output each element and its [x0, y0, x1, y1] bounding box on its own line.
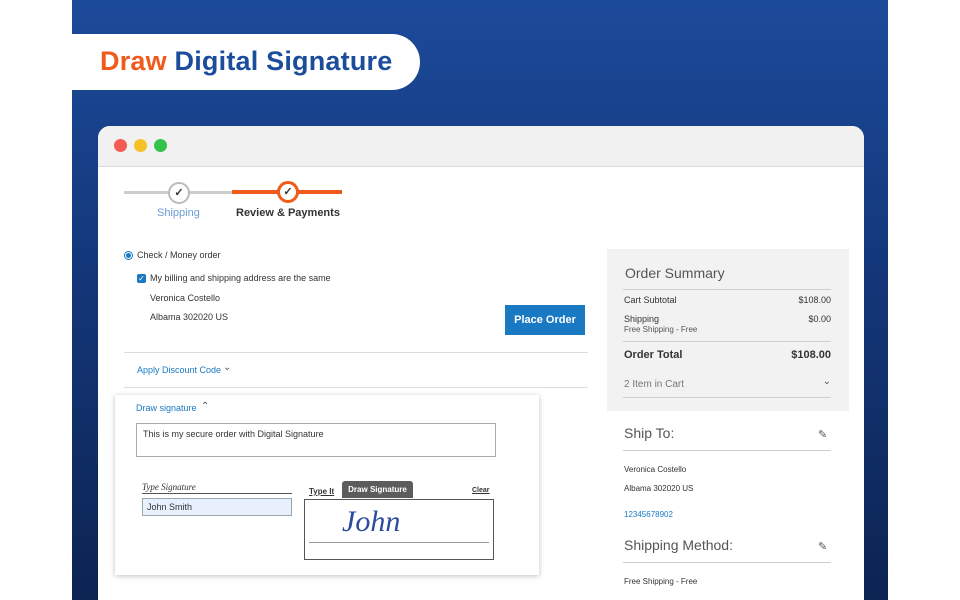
step-review-label: Review & Payments: [236, 207, 340, 219]
pencil-icon[interactable]: ✎: [818, 428, 827, 441]
banner-title-accent: Draw: [100, 46, 167, 76]
ship-to-name: Veronica Costello: [624, 465, 687, 474]
browser-window: ✓ ✓ Shipping Review & Payments Check / M…: [98, 126, 864, 600]
shipping-method-sub: Free Shipping - Free: [624, 325, 698, 334]
billing-address: Albama 302020 US: [150, 312, 229, 322]
ship-to-address: Albama 302020 US: [624, 484, 694, 493]
promo-background: Draw Digital Signature ✓ ✓ Shipping Revi…: [72, 0, 888, 600]
typed-signature-input[interactable]: John Smith: [142, 498, 292, 516]
order-comment-textarea[interactable]: This is my secure order with Digital Sig…: [136, 423, 496, 457]
divider: [623, 562, 831, 563]
draw-signature-toggle[interactable]: Draw signature: [136, 403, 197, 413]
type-signature-underline: [142, 493, 292, 494]
window-minimize-button[interactable]: [134, 139, 147, 152]
divider: [124, 352, 588, 353]
items-in-cart-toggle[interactable]: 2 Item in Cart: [624, 379, 684, 390]
window-close-button[interactable]: [114, 139, 127, 152]
same-address-label[interactable]: My billing and shipping address are the …: [150, 273, 331, 283]
drawn-signature-text: John: [342, 505, 400, 538]
billing-name: Veronica Costello: [150, 293, 221, 303]
divider: [124, 387, 588, 388]
banner-title-main: Digital Signature: [174, 46, 393, 76]
subtotal-value: $108.00: [798, 295, 831, 305]
shipping-method-title: Shipping Method:: [624, 537, 733, 553]
payment-method-label[interactable]: Check / Money order: [137, 250, 221, 260]
chevron-down-icon[interactable]: ⌄: [823, 376, 831, 387]
shipping-label: Shipping: [624, 314, 660, 324]
banner-title-pill: Draw Digital Signature: [72, 34, 420, 90]
step-shipping-label[interactable]: Shipping: [157, 207, 200, 219]
step-shipping-check-icon[interactable]: ✓: [168, 182, 190, 204]
banner-title: Draw Digital Signature: [100, 46, 392, 77]
same-address-checkbox[interactable]: ✓: [137, 274, 146, 283]
type-signature-label: Type Signature: [142, 482, 196, 492]
window-maximize-button[interactable]: [154, 139, 167, 152]
chevron-up-icon[interactable]: ⌃: [201, 401, 209, 412]
payment-method-radio[interactable]: [124, 251, 133, 260]
browser-titlebar: [98, 126, 864, 167]
apply-discount-link[interactable]: Apply Discount Code: [137, 365, 221, 375]
signature-baseline: [309, 542, 489, 543]
divider: [623, 341, 831, 342]
divider: [623, 397, 831, 398]
type-it-tab[interactable]: Type It: [309, 487, 334, 496]
signature-panel: Draw signature ⌃ This is my secure order…: [115, 395, 539, 575]
step-review-check-icon: ✓: [277, 181, 299, 203]
clear-signature-link[interactable]: Clear: [472, 487, 490, 494]
order-total-value: $108.00: [791, 349, 831, 361]
divider: [623, 289, 831, 290]
shipping-value: $0.00: [808, 314, 831, 324]
place-order-button[interactable]: Place Order: [505, 305, 585, 335]
drawn-signature: John: [342, 505, 400, 538]
checkout-page: ✓ ✓ Shipping Review & Payments Check / M…: [98, 167, 864, 600]
pencil-icon[interactable]: ✎: [818, 540, 827, 553]
subtotal-label: Cart Subtotal: [624, 295, 677, 305]
chevron-down-icon[interactable]: ⌄: [223, 362, 231, 373]
order-summary: Order Summary Cart Subtotal $108.00 Ship…: [607, 249, 849, 411]
draw-signature-tab[interactable]: Draw Signature: [342, 481, 413, 498]
order-summary-title: Order Summary: [625, 265, 725, 281]
ship-to-title: Ship To:: [624, 425, 675, 441]
order-total-label: Order Total: [624, 349, 683, 361]
shipping-method-value: Free Shipping - Free: [624, 577, 698, 586]
divider: [623, 450, 831, 451]
ship-to-phone-link[interactable]: 12345678902: [624, 510, 673, 519]
